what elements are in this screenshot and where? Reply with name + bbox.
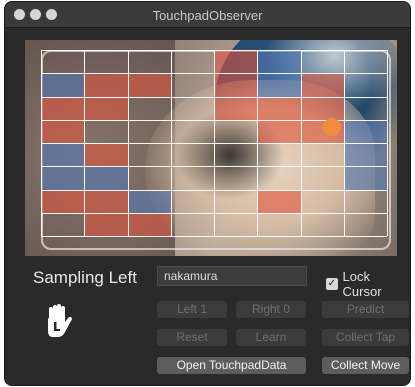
grid-line-horizontal bbox=[41, 236, 387, 237]
heatmap-cell bbox=[84, 73, 128, 97]
predict-button[interactable]: Predict bbox=[322, 301, 409, 318]
heatmap-cell bbox=[84, 166, 128, 190]
heatmap-cell bbox=[300, 96, 344, 120]
reset-button[interactable]: Reset bbox=[157, 329, 227, 346]
grid-line-horizontal bbox=[41, 50, 387, 51]
heatmap-cell bbox=[41, 119, 85, 143]
hand-icon bbox=[48, 304, 72, 337]
grid-line-vertical bbox=[387, 50, 388, 236]
title-bar: TouchpadObserver bbox=[5, 2, 410, 28]
app-window: TouchpadObserver Sampling Left nakamura … bbox=[5, 2, 410, 385]
grid-line-horizontal bbox=[41, 212, 387, 214]
heatmap-cell bbox=[84, 212, 128, 236]
heatmap-cell bbox=[214, 96, 258, 120]
heatmap-cell bbox=[214, 50, 258, 74]
heatmap-cell bbox=[41, 96, 85, 120]
touch-point-marker bbox=[323, 118, 341, 136]
lock-cursor-checkbox[interactable]: ✓ bbox=[326, 278, 338, 290]
heatmap-cell bbox=[300, 73, 344, 97]
left-sample-button[interactable]: Left 1 bbox=[157, 301, 227, 318]
heatmap-cell bbox=[257, 119, 301, 143]
right-sample-button[interactable]: Right 0 bbox=[236, 301, 306, 318]
heatmap-cell bbox=[257, 73, 301, 97]
heatmap-cell bbox=[343, 143, 387, 167]
collect-move-button[interactable]: Collect Move bbox=[322, 357, 409, 374]
grid-line-horizontal bbox=[41, 73, 387, 75]
heatmap-cell bbox=[127, 73, 171, 97]
lock-cursor-toggle[interactable]: ✓ Lock Cursor bbox=[326, 269, 410, 299]
heatmap-cell bbox=[343, 119, 387, 143]
heatmap-cell bbox=[41, 189, 85, 213]
lock-cursor-label: Lock Cursor bbox=[342, 269, 382, 299]
open-touchpad-data-button[interactable]: Open TouchpadData bbox=[157, 357, 306, 374]
collect-tap-button[interactable]: Collect Tap bbox=[322, 329, 409, 346]
grid-line-horizontal bbox=[41, 166, 387, 168]
heatmap-cell bbox=[84, 143, 128, 167]
heatmap-cell bbox=[41, 166, 85, 190]
window-title: TouchpadObserver bbox=[152, 8, 263, 23]
grid-line-horizontal bbox=[41, 189, 387, 191]
heatmap-cell bbox=[214, 73, 258, 97]
heatmap-cell bbox=[84, 189, 128, 213]
username-field[interactable]: nakamura bbox=[157, 266, 307, 286]
heatmap-cell bbox=[41, 73, 85, 97]
learn-button[interactable]: Learn bbox=[236, 329, 306, 346]
heatmap-cell bbox=[257, 96, 301, 120]
touchpad-camera-view bbox=[25, 40, 397, 256]
heatmap-cell bbox=[257, 189, 301, 213]
heatmap-cell bbox=[343, 166, 387, 190]
heatmap-cell bbox=[257, 50, 301, 74]
heatmap-cell bbox=[127, 212, 171, 236]
heatmap-cell bbox=[41, 143, 85, 167]
heatmap-cell bbox=[84, 96, 128, 120]
heatmap-cell bbox=[127, 189, 171, 213]
sampling-status-label: Sampling Left bbox=[33, 268, 137, 287]
grid-line-horizontal bbox=[41, 143, 387, 144]
grid-line-horizontal bbox=[41, 96, 387, 98]
